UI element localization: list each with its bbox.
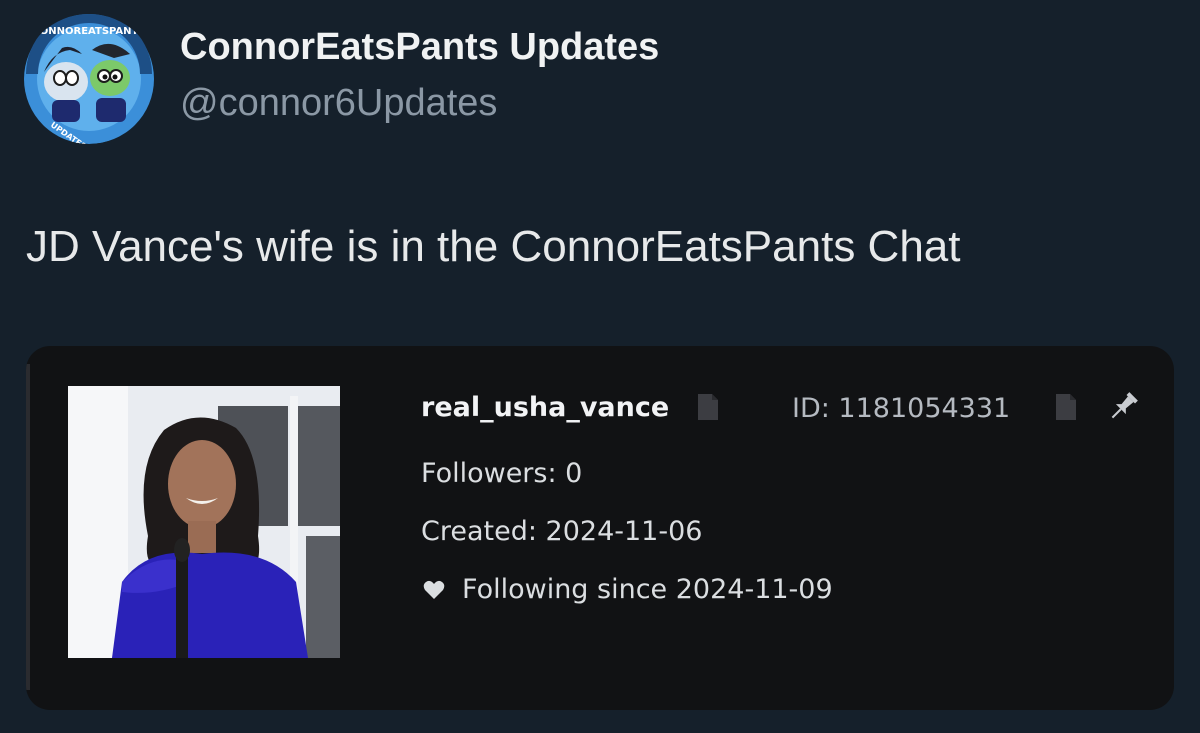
copy-icon[interactable]	[696, 392, 720, 422]
user-id: ID: 1181054331	[792, 393, 1011, 424]
embedded-screenshot[interactable]: real_usha_vance ID: 1181054331 Followers…	[26, 346, 1174, 710]
heart-icon	[423, 580, 445, 600]
profile-photo	[68, 386, 340, 658]
profile-photo-image	[68, 386, 340, 658]
created-date: Created: 2024-11-06	[421, 516, 703, 547]
followers-count: Followers: 0	[421, 458, 583, 489]
author-display-name[interactable]: ConnorEatsPants Updates	[180, 26, 659, 69]
svg-text:CONNOREATSPANTS: CONNOREATSPANTS	[32, 26, 145, 37]
avatar-illustration: CONNOREATSPANTS UPDATES	[24, 14, 154, 144]
following-since: Following since 2024-11-09	[462, 574, 833, 605]
author-handle[interactable]: @connor6Updates	[180, 82, 497, 125]
copy-icon[interactable]	[1054, 392, 1078, 422]
embed-divider	[26, 364, 30, 690]
author-avatar[interactable]: CONNOREATSPANTS UPDATES	[22, 14, 156, 144]
tweet-text: JD Vance's wife is in the ConnorEatsPant…	[26, 222, 961, 271]
pin-icon[interactable]	[1106, 390, 1140, 424]
username: real_usha_vance	[421, 392, 670, 423]
